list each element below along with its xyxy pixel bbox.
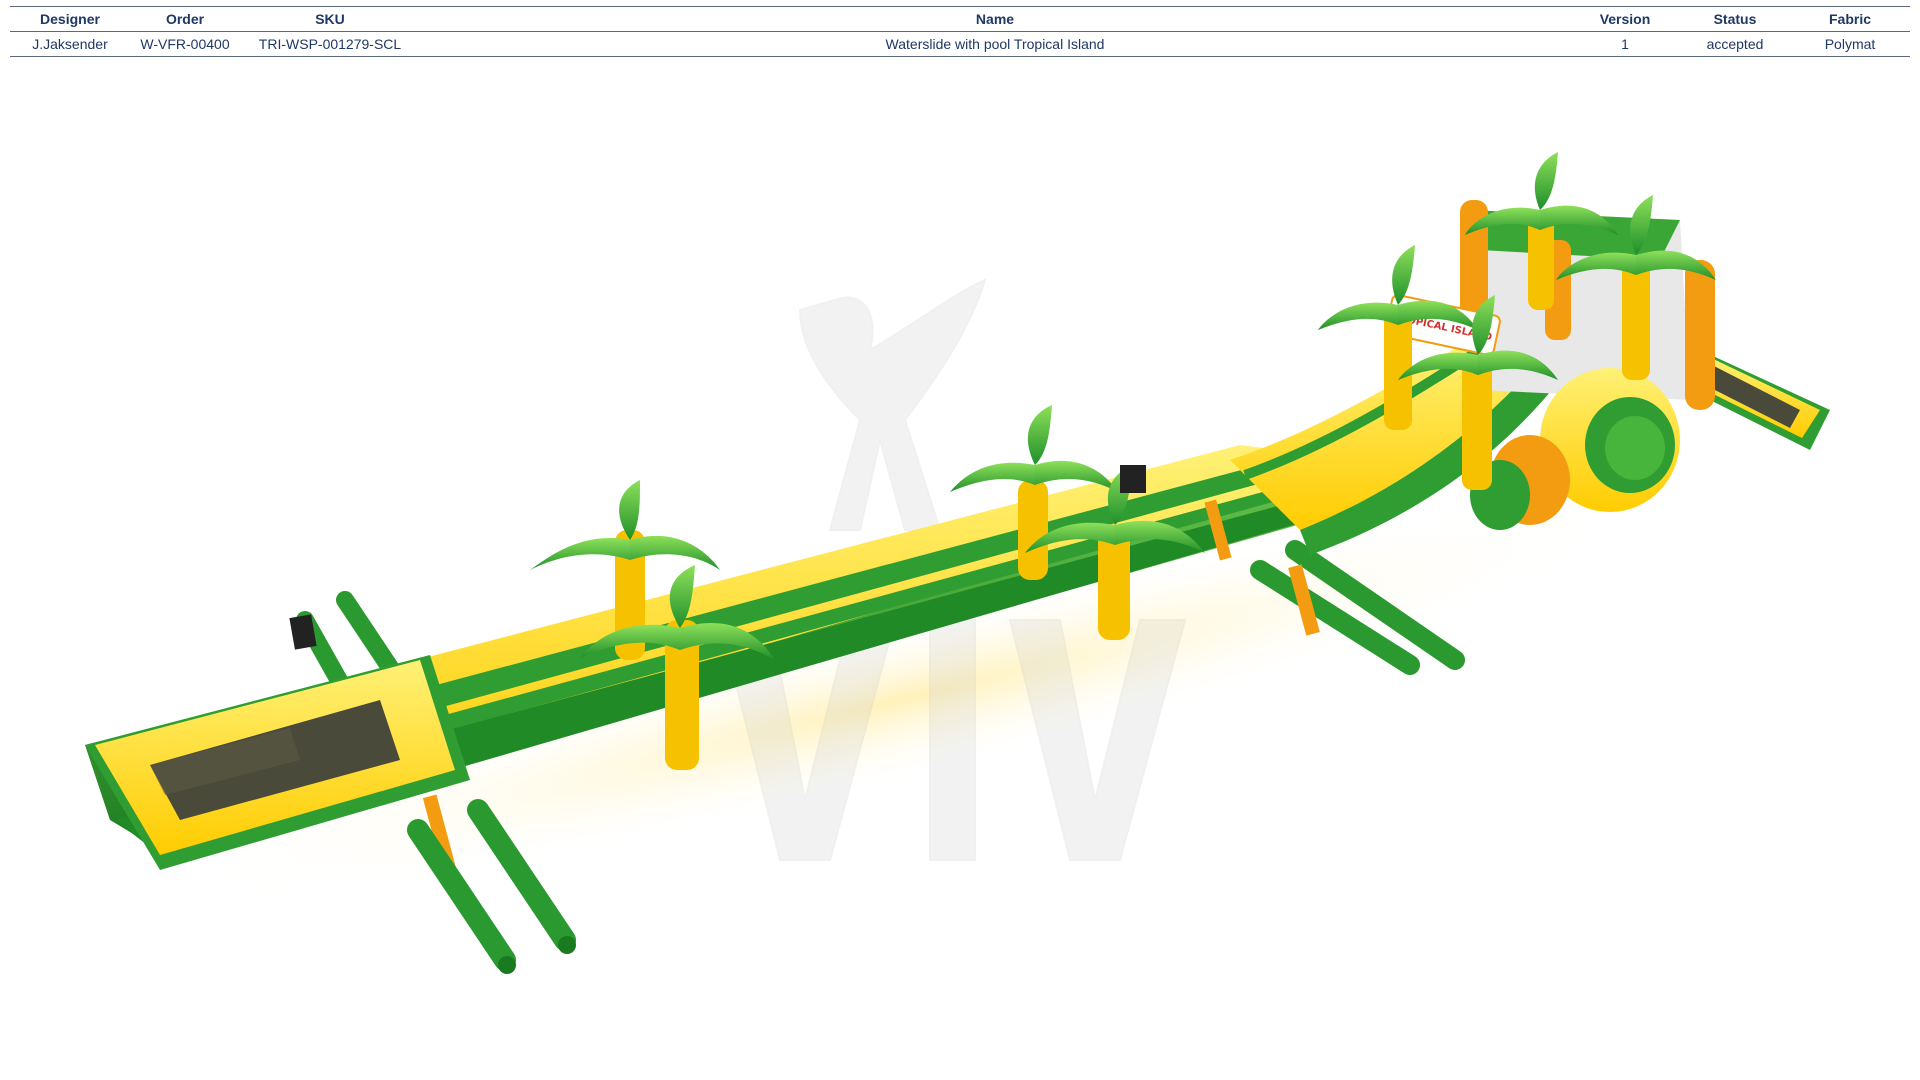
header-version: Version — [1570, 6, 1680, 32]
header-order: Order — [130, 6, 240, 32]
cell-name: Waterslide with pool Tropical Island — [420, 31, 1570, 57]
header-status: Status — [1680, 6, 1790, 32]
header-fabric: Fabric — [1790, 6, 1910, 32]
cell-designer: J.Jaksender — [10, 31, 130, 57]
blower — [1120, 465, 1146, 493]
header-designer: Designer — [10, 6, 130, 32]
cell-version: 1 — [1570, 31, 1680, 57]
spec-table: Designer Order SKU Name Version Status F… — [10, 6, 1910, 57]
table-row: J.Jaksender W-VFR-00400 TRI-WSP-001279-S… — [10, 31, 1910, 57]
header-name: Name — [420, 6, 1570, 32]
waterslide-illustration: TROPICAL ISLAND — [85, 152, 1830, 974]
cell-status: accepted — [1680, 31, 1790, 57]
cell-sku: TRI-WSP-001279-SCL — [240, 31, 420, 57]
cell-order: W-VFR-00400 — [130, 31, 240, 57]
spec-table-header-row: Designer Order SKU Name Version Status F… — [10, 6, 1910, 32]
product-render: TROPICAL ISLAND — [0, 60, 1920, 1080]
header-sku: SKU — [240, 6, 420, 32]
cell-fabric: Polymat — [1790, 31, 1910, 57]
